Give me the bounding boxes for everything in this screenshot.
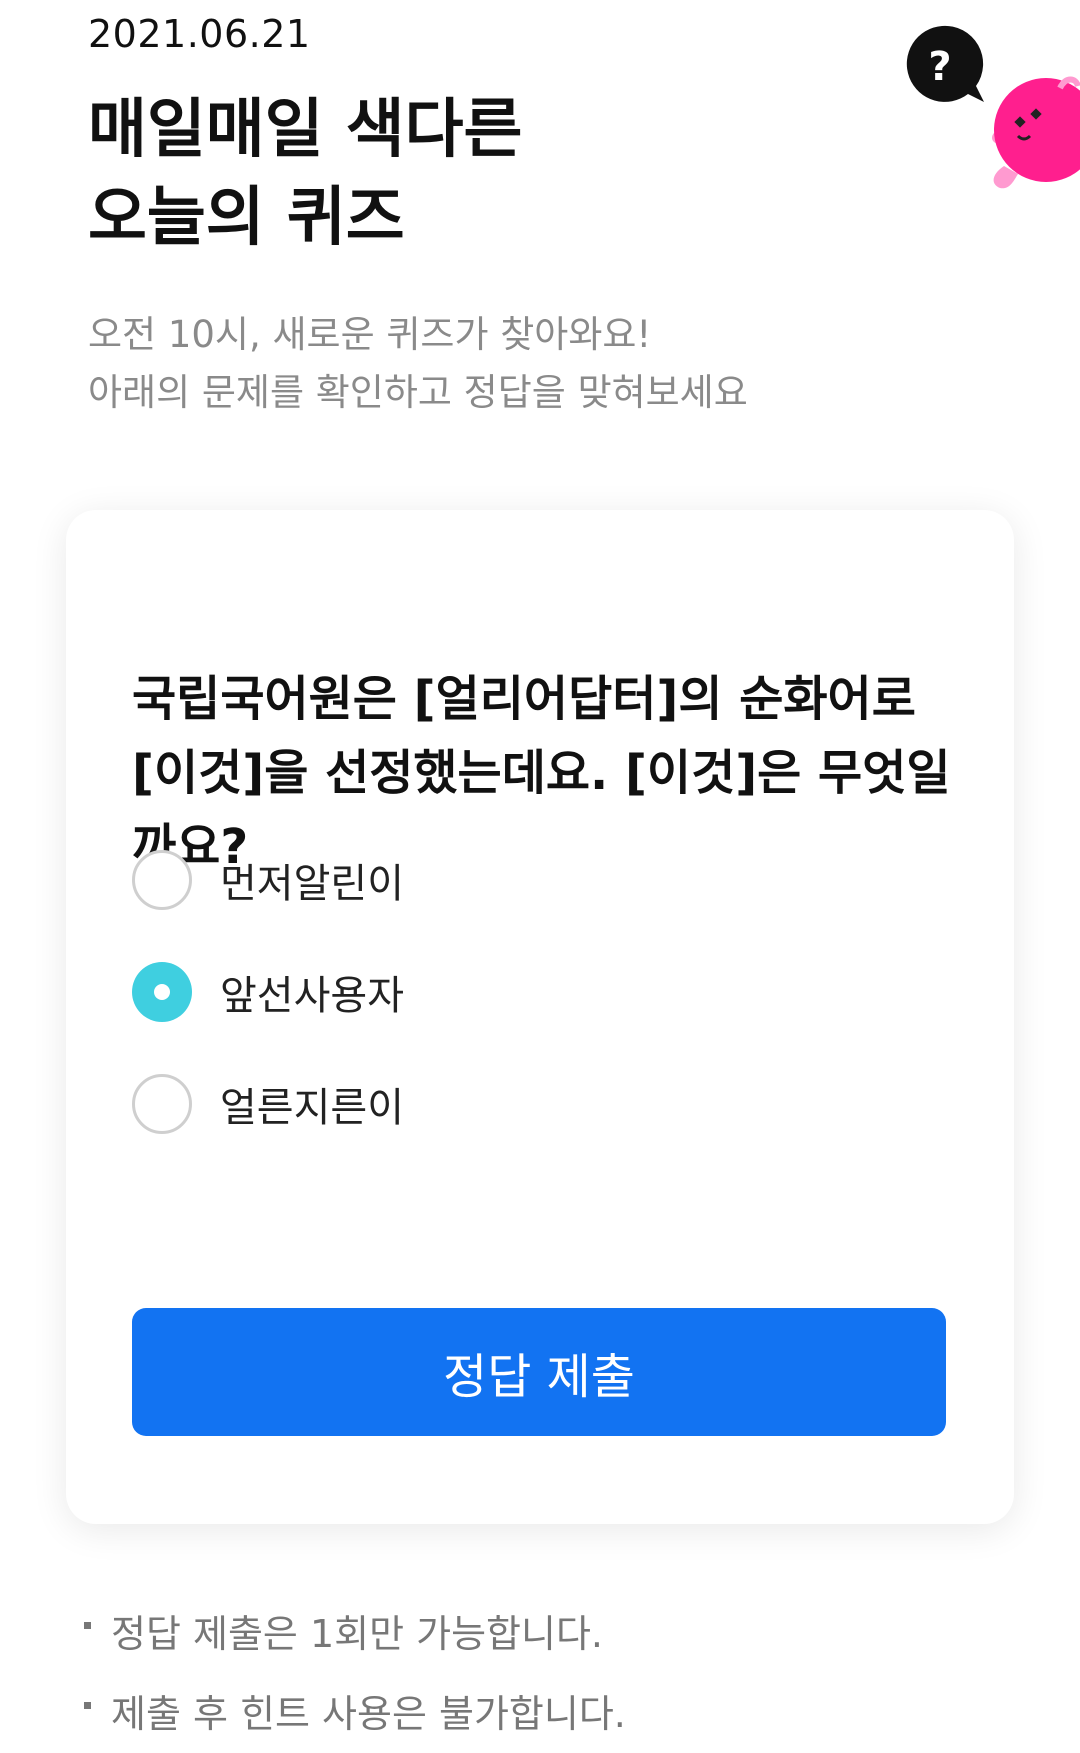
option-label: 앞선사용자 xyxy=(220,973,404,1019)
option-label: 먼저알린이 xyxy=(220,861,404,907)
note-text: 제출 후 힌트 사용은 불가합니다. xyxy=(111,1691,626,1736)
note-item: 제출 후 힌트 사용은 불가합니다. xyxy=(84,1670,626,1750)
notes-list: 정답 제출은 1회만 가능합니다. 제출 후 힌트 사용은 불가합니다. xyxy=(84,1590,626,1750)
page-title: 매일매일 색다른 오늘의 퀴즈 xyxy=(88,86,522,262)
subtitle-line-1: 오전 10시, 새로운 퀴즈가 찾아와요! xyxy=(88,313,652,356)
submit-answer-button[interactable]: 정답 제출 xyxy=(132,1308,946,1436)
subtitle-line-2: 아래의 문제를 확인하고 정답을 맞혀보세요 xyxy=(88,371,748,414)
page-title-line-2: 오늘의 퀴즈 xyxy=(88,181,405,255)
question-bubble-icon[interactable]: ? xyxy=(902,24,986,108)
option-label: 얼른지른이 xyxy=(220,1085,404,1131)
quiz-option-2[interactable]: 앞선사용자 xyxy=(132,958,404,1026)
date-label: 2021.06.21 xyxy=(88,12,311,56)
svg-text:?: ? xyxy=(928,44,951,90)
quiz-option-1[interactable]: 먼저알린이 xyxy=(132,846,404,914)
radio-button[interactable] xyxy=(132,850,192,910)
radio-button[interactable] xyxy=(132,1074,192,1134)
quiz-card: 국립국어원은 [얼리어답터]의 순화어로 [이것]을 선정했는데요. [이것]은… xyxy=(66,510,1014,1524)
bullet-icon xyxy=(84,1621,91,1629)
radio-button-selected[interactable] xyxy=(132,962,192,1022)
page-title-line-1: 매일매일 색다른 xyxy=(88,93,523,167)
mascot-character xyxy=(990,70,1080,200)
note-item: 정답 제출은 1회만 가능합니다. xyxy=(84,1590,626,1670)
note-text: 정답 제출은 1회만 가능합니다. xyxy=(111,1611,604,1656)
quiz-option-3[interactable]: 얼른지른이 xyxy=(132,1070,404,1138)
page-subtitle: 오전 10시, 새로운 퀴즈가 찾아와요! 아래의 문제를 확인하고 정답을 맞… xyxy=(88,306,748,422)
bullet-icon xyxy=(84,1701,91,1709)
